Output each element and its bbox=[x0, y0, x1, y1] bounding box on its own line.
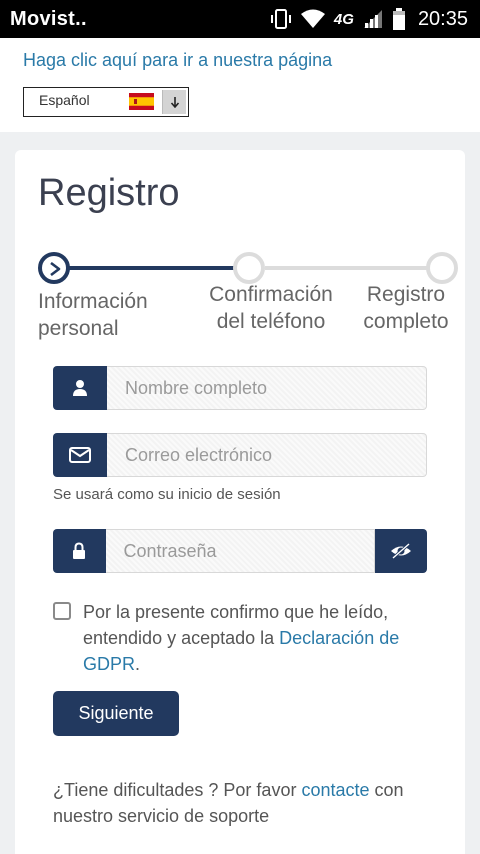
password-group bbox=[53, 529, 427, 573]
step-3-indicator bbox=[426, 252, 458, 284]
home-page-link[interactable]: Haga clic aquí para ir a nuestra página bbox=[23, 50, 332, 71]
eye-slash-icon[interactable] bbox=[374, 529, 427, 573]
network-type-label: 4G bbox=[333, 10, 354, 28]
step-1-label: Información personal bbox=[38, 290, 148, 340]
user-icon bbox=[53, 366, 107, 410]
registration-card: Registro Información personal Confirmaci… bbox=[15, 150, 465, 854]
gdpr-consent-suffix: . bbox=[135, 654, 141, 674]
step-2-label: Confirmación del teléfono bbox=[209, 283, 333, 333]
email-input[interactable] bbox=[107, 433, 427, 477]
status-bar: Movist.. 4G 20:35 bbox=[0, 0, 480, 38]
password-input[interactable] bbox=[105, 529, 375, 573]
step-progress-line bbox=[55, 266, 250, 270]
step-pending-line bbox=[265, 266, 445, 270]
email-hint: Se usará como su inicio de sesión bbox=[53, 486, 281, 503]
carrier-name: Movist.. bbox=[10, 7, 87, 30]
lock-icon bbox=[53, 529, 106, 573]
vibrate-icon bbox=[270, 9, 292, 29]
full-name-input[interactable] bbox=[107, 366, 427, 410]
envelope-icon bbox=[53, 433, 107, 477]
step-3-label: Registro completo bbox=[363, 283, 449, 333]
status-icons: 4G 20:35 bbox=[270, 8, 468, 31]
support-text: ¿Tiene dificultades ? Por favor contacte… bbox=[53, 777, 433, 829]
signal-icon bbox=[362, 9, 384, 29]
arrow-down-icon[interactable] bbox=[162, 90, 186, 114]
registration-stepper: Información personal Confirmación del te… bbox=[15, 250, 465, 350]
gdpr-consent-text: Por la presente confirmo que he leído, e… bbox=[83, 599, 443, 677]
next-button[interactable]: Siguiente bbox=[53, 691, 179, 736]
gdpr-checkbox[interactable] bbox=[53, 602, 71, 620]
support-prefix: ¿Tiene dificultades ? Por favor bbox=[53, 780, 302, 800]
email-group bbox=[53, 433, 427, 477]
step-1-indicator bbox=[38, 252, 70, 284]
battery-icon bbox=[392, 8, 406, 30]
language-selected-value: Español bbox=[39, 92, 90, 108]
clock: 20:35 bbox=[417, 7, 468, 30]
top-bar: Haga clic aquí para ir a nuestra página … bbox=[0, 38, 480, 132]
play-icon bbox=[50, 262, 61, 276]
wifi-icon bbox=[300, 9, 326, 29]
spain-flag-icon bbox=[129, 93, 154, 110]
contact-link[interactable]: contacte bbox=[301, 780, 369, 800]
step-2-indicator bbox=[233, 252, 265, 284]
page-title: Registro bbox=[38, 172, 180, 214]
language-select[interactable]: Español bbox=[23, 87, 189, 117]
full-name-group bbox=[53, 366, 427, 410]
